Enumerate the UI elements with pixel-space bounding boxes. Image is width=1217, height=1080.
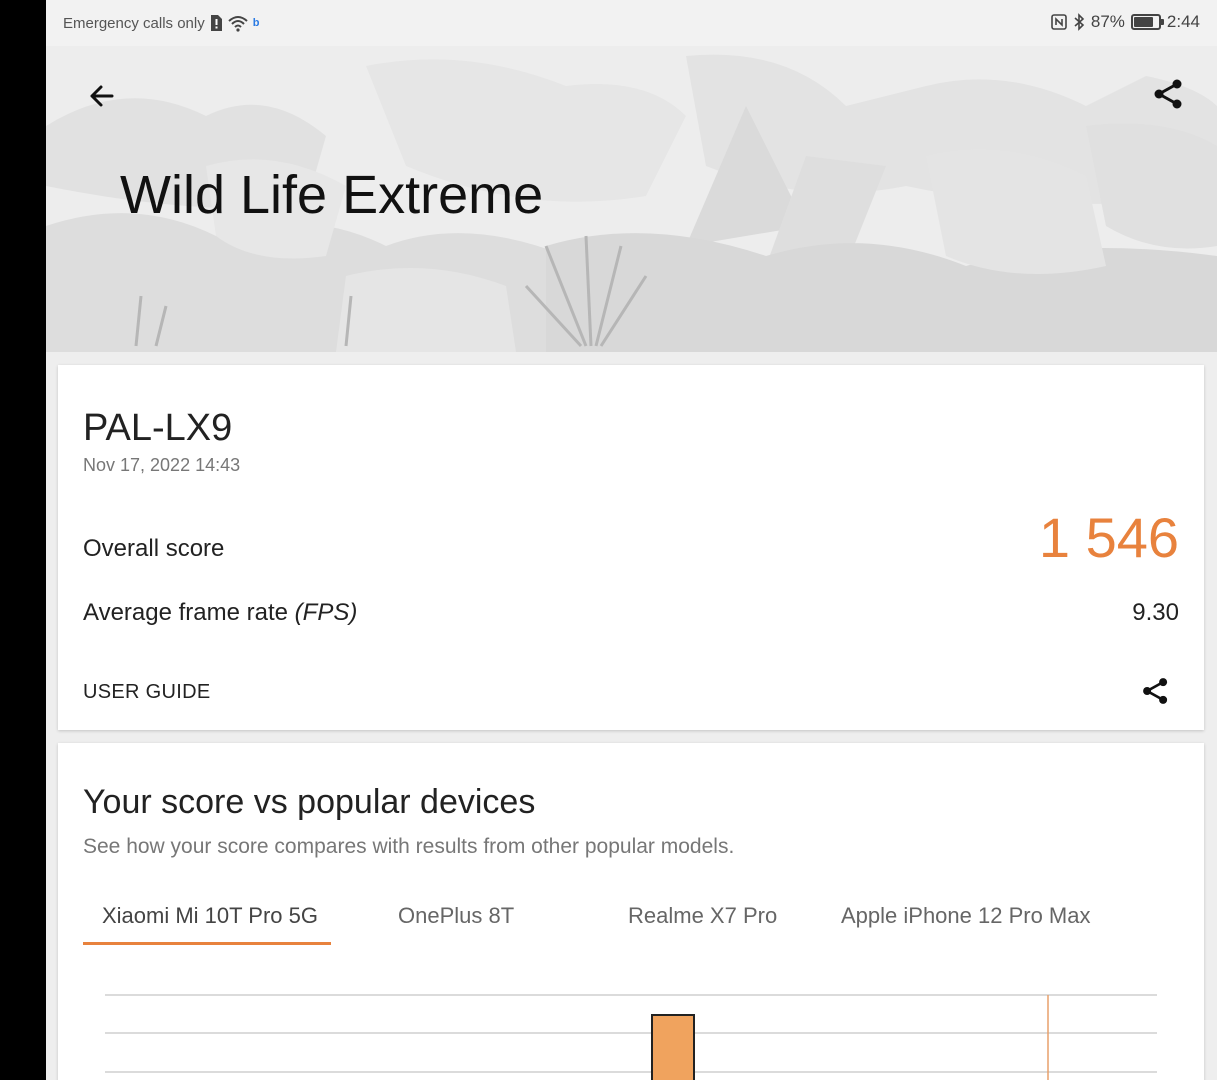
score-distribution-chart — [105, 994, 1157, 1080]
back-arrow-icon[interactable] — [82, 76, 122, 116]
overall-score-label: Overall score — [83, 535, 225, 562]
sim-alert-icon — [210, 15, 222, 31]
tab-realme-x7-pro[interactable]: Realme X7 Pro — [628, 903, 777, 929]
tab-apple-iphone-12-pro-max[interactable]: Apple iPhone 12 Pro Max — [841, 903, 1091, 929]
bing-icon: b — [252, 17, 260, 29]
selected-tab-indicator — [83, 942, 331, 945]
page-title: Wild Life Extreme — [120, 165, 544, 225]
wifi-icon — [228, 16, 248, 32]
test-date: Nov 17, 2022 14:43 — [83, 455, 241, 475]
nfc-icon — [1051, 14, 1067, 30]
battery-percent: 87% — [1090, 12, 1125, 31]
clock: 2:44 — [1166, 12, 1200, 31]
status-right: 87% 2:44 — [1051, 12, 1200, 32]
fps-label-text: Average frame rate — [83, 599, 288, 626]
overall-score-value: 1 546 — [1038, 506, 1179, 569]
tab-oneplus-8t[interactable]: OnePlus 8T — [398, 903, 514, 929]
result-card: PAL-LX9 Nov 17, 2022 14:43 Overall score… — [58, 365, 1204, 730]
hero-banner: Wild Life Extreme — [46, 46, 1217, 352]
device-name: PAL-LX9 — [83, 407, 233, 449]
emergency-calls-text: Emergency calls only — [63, 14, 205, 32]
battery-icon — [1130, 14, 1164, 30]
compare-title: Your score vs popular devices — [83, 783, 536, 821]
compare-subtitle: See how your score compares with results… — [83, 835, 735, 858]
fps-unit: (FPS) — [294, 599, 358, 626]
fps-value: 9.30 — [1132, 599, 1179, 626]
tab-xiaomi-mi-10t-pro-5g[interactable]: Xiaomi Mi 10T Pro 5G — [102, 903, 318, 929]
battery-fill — [1133, 17, 1154, 27]
share-icon[interactable] — [1151, 76, 1187, 112]
status-bar: Emergency calls only b 87% 2:44 — [46, 0, 1217, 46]
compare-card: Your score vs popular devices See how yo… — [58, 743, 1204, 1080]
status-left: Emergency calls only b — [63, 14, 259, 32]
share-result-icon[interactable] — [1140, 675, 1172, 707]
user-guide-link[interactable]: USER GUIDE — [83, 681, 210, 704]
bluetooth-icon — [1074, 13, 1085, 31]
fps-label: Average frame rate (FPS) — [83, 599, 357, 627]
chart-bar — [651, 1014, 695, 1080]
app-screen: Emergency calls only b 87% 2:44 Wild Lif… — [46, 0, 1217, 1080]
